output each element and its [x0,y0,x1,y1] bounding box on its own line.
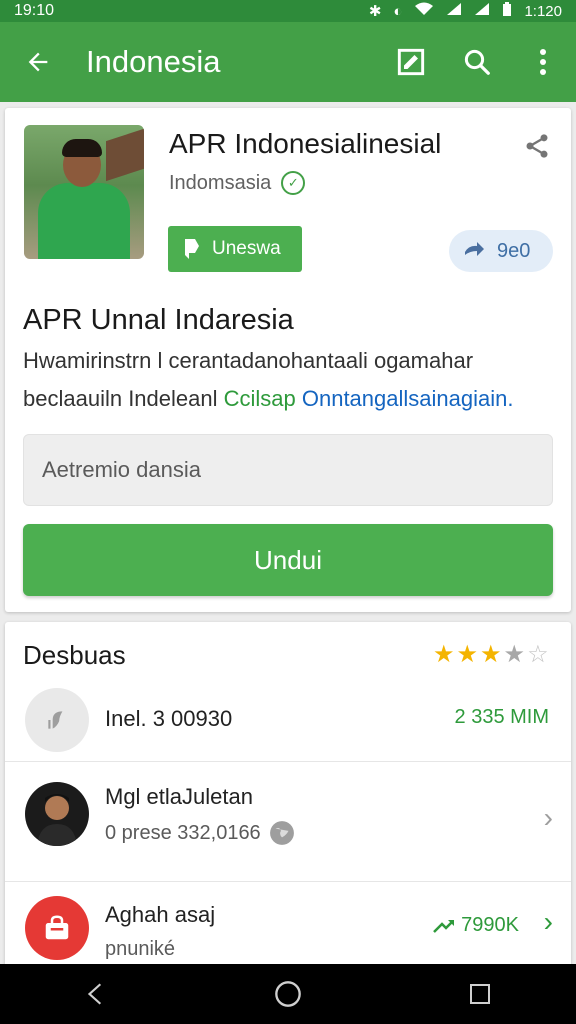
bluetooth-icon: ✱ [368,3,382,20]
system-nav-bar [0,964,576,1024]
app-info-card: APR Indonesialinesial Indomsasia ✓ Unesw… [5,108,571,612]
green-chip-label: Uneswa [212,238,281,259]
green-chip-button[interactable]: Uneswa [168,226,302,272]
list-item[interactable]: Inel. 3 00930 2 335 MIM [5,678,571,762]
forward-arrow-icon [465,242,484,256]
share-button[interactable] [523,132,553,162]
star-full-icon: ★ [456,641,479,668]
nav-back-icon [87,983,102,1005]
bookmark-icon [185,239,199,259]
forward-chip-label: 9e0 [497,239,531,262]
chevron-right-icon: › [543,906,553,937]
description-green-link[interactable]: Ccilsap [224,386,296,411]
app-photo [24,125,144,259]
list-item[interactable]: Mgl etlaJuletan 0 prese 332,0166 › [5,762,571,882]
app-bar: Indonesia [0,22,576,102]
share-icon [526,134,548,158]
status-bar: 19:10 ✱ ◐ 1:120 [0,0,576,22]
publisher: Indomsasia ✓ [169,171,306,195]
description-line-1: Hwamirinstrn l cerantadanohantaali ogama… [23,348,474,373]
star-full-icon: ★ [433,641,455,668]
nav-home-icon [275,981,301,1007]
list-item-subtitle: 0 prese 332,0166 [105,820,295,846]
status-time: 19:10 [14,2,55,19]
star-full-icon: ★ [480,641,502,668]
wifi-icon [414,2,434,20]
description-blue-link[interactable]: Onntangallsainagiain. [296,386,514,411]
arrow-back-icon [28,52,48,72]
edit-button[interactable] [378,22,444,102]
back-button[interactable] [0,22,76,102]
avatar [25,782,89,846]
signal-icon [446,2,462,20]
signal-icon [474,2,490,20]
search-icon [464,49,490,75]
list-item-title: Mgl etlaJuletan [105,784,253,809]
list-item-title: Aghah asaj [105,902,216,927]
list-item-text: Inel. 3 00930 [105,706,233,731]
list-item-value: 2 335 MIM [454,706,549,728]
list-item-value-text: 7990K [461,914,519,936]
globe-icon [269,821,294,845]
publisher-name: Indomsasia [169,171,272,194]
feather-icon [25,688,89,752]
list-item[interactable]: Aghah asaj pnuniké 7990K › [5,882,571,972]
description-text: beclaauiln Indeleanl [23,386,224,411]
shopping-bag-icon [25,896,89,960]
search-button[interactable] [444,22,510,102]
description-line-2: beclaauiln Indeleanl Ccilsap Onntangalls… [23,386,513,412]
chevron-right-icon: › [543,802,553,833]
app-heading: APR Unnal Indaresia [23,304,294,336]
verified-icon: ✓ [281,171,306,195]
forward-chip-button[interactable]: 9e0 [449,230,553,272]
battery-icon [502,1,512,21]
nav-recents-button[interactable] [440,964,520,1024]
edit-icon [397,48,425,76]
list-item-subtitle: pnuniké [105,938,176,960]
page-title: Indonesia [86,44,221,79]
status-right-time: 1:120 [524,2,562,20]
app-name: APR Indonesialinesial [169,128,442,159]
star-half-icon: ★ [503,641,526,668]
nav-recents-icon [470,984,490,1004]
data-saver-icon: ◐ [393,2,403,20]
more-options-button[interactable] [510,22,576,102]
list-item-value: 7990K [433,914,519,937]
trend-arrow-icon [433,919,455,933]
section-title: Desbuas [23,640,126,670]
details-card: Desbuas ★ ★ ★ ★ ☆ Inel. 3 00930 2 335 MI… [5,622,571,972]
more-vert-icon [540,49,546,75]
nav-back-button[interactable] [56,964,136,1024]
list-item-subtitle-text: 0 prese 332,0166 [105,821,261,844]
text-field[interactable]: Aetremio dansia [23,434,553,506]
star-rating: ★ ★ ★ ★ ☆ [433,640,549,669]
star-empty-icon: ☆ [527,641,549,668]
nav-home-button[interactable] [248,964,328,1024]
install-button[interactable]: Undui [23,524,553,596]
